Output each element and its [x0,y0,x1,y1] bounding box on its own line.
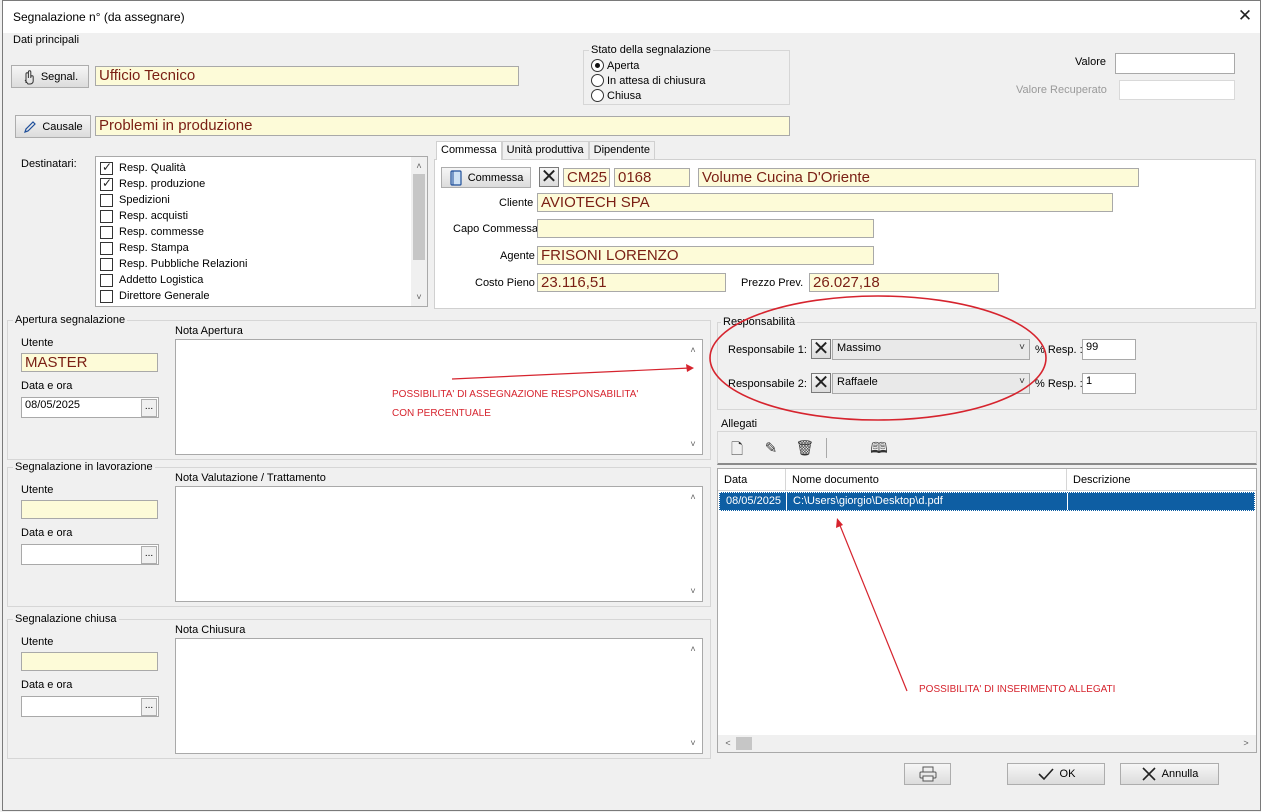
annulla-button-label: Annulla [1161,768,1199,780]
annotation-arrow-allegati [838,522,908,692]
annotation-arrow-responsabilita [451,367,691,380]
printer-icon [919,766,936,782]
annotation-arrowhead [836,518,843,528]
annulla-button[interactable]: Annulla [1120,763,1219,785]
annotation-overlay [451,295,1047,692]
annotation-ellipse [709,295,1047,421]
tab-commessa[interactable]: Commessa [436,141,502,160]
print-button[interactable] [904,763,951,785]
checkmark-icon [1037,768,1054,781]
cancel-x-icon [1142,767,1156,781]
dialog-window: Segnalazione n° (da assegnare) ✕ Dati pr… [2,0,1261,811]
ok-button-label: OK [1059,768,1076,780]
annotation-arrowhead [686,364,694,372]
ok-button[interactable]: OK [1007,763,1105,785]
